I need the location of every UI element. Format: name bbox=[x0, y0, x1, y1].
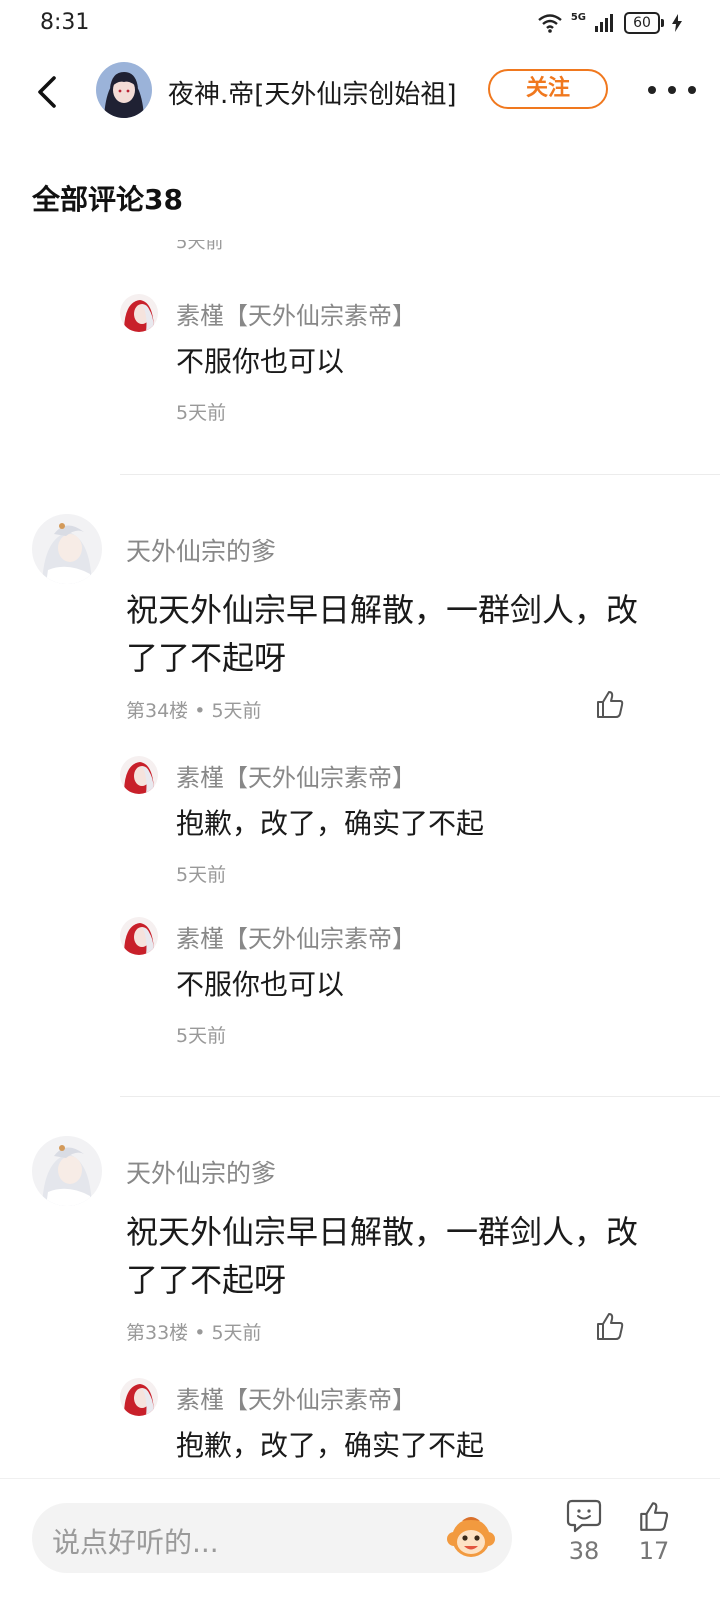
divider bbox=[120, 474, 720, 475]
divider bbox=[120, 1096, 720, 1097]
charging-icon bbox=[672, 14, 682, 32]
reply-username[interactable]: 素槿【天外仙宗素帝】 bbox=[176, 296, 416, 331]
commenter-avatar[interactable] bbox=[32, 1136, 102, 1206]
reply-avatar[interactable] bbox=[120, 917, 158, 955]
commenter-avatar[interactable] bbox=[32, 514, 102, 584]
reply-avatar[interactable] bbox=[120, 756, 158, 794]
author-avatar[interactable] bbox=[96, 62, 152, 118]
reply-item[interactable]: 素槿【天外仙宗素帝】 抱歉，改了，确实了不起 5天前 bbox=[120, 756, 680, 886]
comment-bubble-icon bbox=[566, 1499, 602, 1533]
commenter-name[interactable]: 天外仙宗的爹 bbox=[126, 1154, 276, 1190]
reply-text: 不服你也可以 bbox=[176, 968, 345, 1001]
thumbs-up-icon[interactable] bbox=[594, 1310, 626, 1342]
reply-time: 5天前 bbox=[176, 402, 227, 424]
comment-text: 祝天外仙宗早日解散，一群剑人，改了了不起呀 bbox=[126, 1213, 639, 1299]
wifi-icon bbox=[538, 14, 562, 33]
signal-icon bbox=[595, 14, 613, 32]
status-icons: 5G 60 bbox=[537, 12, 682, 34]
back-arrow-icon[interactable] bbox=[30, 74, 66, 110]
reply-text: 抱歉，改了，确实了不起 bbox=[176, 807, 485, 840]
reply-text: 抱歉，改了，确实了不起 bbox=[176, 1429, 485, 1462]
reply-text: 不服你也可以 bbox=[176, 345, 345, 378]
comment-floor-time: 第34楼 • 5天前 bbox=[126, 700, 262, 722]
monkey-emoji-icon[interactable] bbox=[444, 1511, 498, 1565]
status-time: 8:31 bbox=[40, 10, 90, 35]
like-count: 17 bbox=[638, 1537, 670, 1565]
comment-text: 祝天外仙宗早日解散，一群剑人，改了了不起呀 bbox=[126, 591, 639, 677]
battery-level: 60 bbox=[624, 12, 660, 34]
thumbs-up-icon[interactable] bbox=[594, 688, 626, 720]
top-bar: 夜神.帝[天外仙宗创始祖] 关注 bbox=[0, 52, 720, 132]
reply-time: 5天前 bbox=[176, 864, 227, 886]
bottom-comment-bar: 说点好听的... 38 17 bbox=[0, 1478, 720, 1613]
comment-item[interactable]: 天外仙宗的爹 祝天外仙宗早日解散，一群剑人，改了了不起呀 第34楼 • 5天前 bbox=[0, 514, 720, 734]
battery-icon: 60 bbox=[624, 12, 664, 34]
like-count-button[interactable]: 17 bbox=[626, 1499, 682, 1565]
clipped-timestamp: 5天前 bbox=[176, 240, 224, 253]
more-options-icon[interactable] bbox=[648, 80, 696, 100]
follow-button[interactable]: 关注 bbox=[488, 69, 608, 109]
author-name[interactable]: 夜神.帝[天外仙宗创始祖] bbox=[168, 74, 457, 111]
reply-item[interactable]: 素槿【天外仙宗素帝】 抱歉，改了，确实了不起 bbox=[120, 1378, 680, 1478]
reply-username[interactable]: 素槿【天外仙宗素帝】 bbox=[176, 919, 416, 954]
comments-title: 全部评论38 bbox=[32, 183, 183, 216]
status-bar: 8:31 5G 60 bbox=[0, 0, 720, 48]
comment-floor-time: 第33楼 • 5天前 bbox=[126, 1322, 262, 1344]
reply-username[interactable]: 素槿【天外仙宗素帝】 bbox=[176, 758, 416, 793]
comment-count-button[interactable]: 38 bbox=[556, 1499, 612, 1565]
reply-username[interactable]: 素槿【天外仙宗素帝】 bbox=[176, 1380, 416, 1415]
comment-input-placeholder: 说点好听的... bbox=[52, 1526, 219, 1559]
reply-avatar[interactable] bbox=[120, 1378, 158, 1416]
reply-item[interactable]: 素槿【天外仙宗素帝】 不服你也可以 5天前 bbox=[120, 294, 680, 424]
comment-input[interactable]: 说点好听的... bbox=[32, 1503, 512, 1573]
thumbs-up-icon bbox=[640, 1502, 669, 1531]
commenter-name[interactable]: 天外仙宗的爹 bbox=[126, 532, 276, 568]
reply-avatar[interactable] bbox=[120, 294, 158, 332]
network-type: 5G bbox=[570, 11, 586, 23]
comment-count: 38 bbox=[568, 1537, 600, 1565]
reply-time: 5天前 bbox=[176, 1025, 227, 1047]
comment-item[interactable]: 天外仙宗的爹 祝天外仙宗早日解散，一群剑人，改了了不起呀 第33楼 • 5天前 bbox=[0, 1136, 720, 1356]
reply-item[interactable]: 素槿【天外仙宗素帝】 不服你也可以 5天前 bbox=[120, 917, 680, 1047]
